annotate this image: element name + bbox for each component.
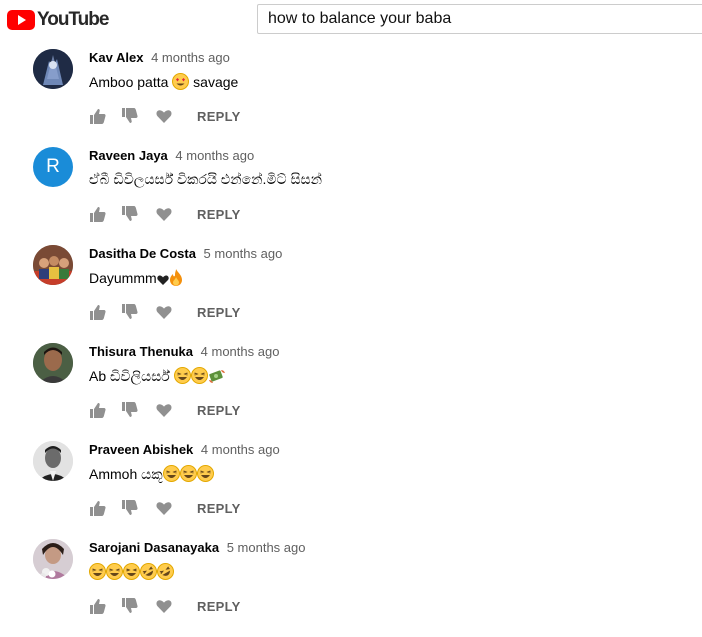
published-time[interactable]: 5 months ago [227,540,306,555]
dislike-icon[interactable] [121,107,139,125]
heart-icon[interactable] [155,597,173,615]
laughing-emoji-icon [106,563,123,583]
comment-body: Amboo patta [89,74,169,90]
heart-icon[interactable] [155,205,173,223]
author-name[interactable]: Dasitha De Costa [89,246,196,261]
youtube-logo[interactable]: YouTube [7,9,109,31]
comment-header: Raveen Jaya 4 months ago [89,148,254,163]
heart-eyes-emoji-icon [172,73,190,93]
published-time[interactable]: 4 months ago [151,50,230,65]
published-time[interactable]: 4 months ago [201,344,280,359]
author-name[interactable]: Praveen Abishek [89,442,193,457]
fire-emoji-icon [169,269,183,289]
published-time[interactable]: 4 months ago [201,442,280,457]
comment-body: ඒබී ඩිවිලයර්ස් විකරයි එන්නේ.මිට් සිසන් [89,171,322,187]
laughing-emoji-icon [196,465,214,485]
avatar-image-icon [33,441,73,481]
dislike-icon[interactable] [121,597,139,615]
reply-button[interactable]: REPLY [197,403,241,418]
avatar[interactable] [33,539,73,579]
avatar[interactable] [33,49,73,89]
comment-header: Sarojani Dasanayaka 5 months ago [89,540,305,555]
author-name[interactable]: Thisura Thenuka [89,344,193,359]
reply-button[interactable]: REPLY [197,207,241,222]
avatar[interactable] [33,343,73,383]
laughing-emoji-icon [162,465,180,485]
comment-text: ඒබී ඩිවිලයර්ස් විකරයි එන්නේ.මිට් සිසන් [89,171,322,188]
published-time[interactable]: 5 months ago [204,246,283,261]
search-input[interactable] [268,9,688,29]
comment-text: Amboo patta savage [89,73,238,93]
dislike-icon[interactable] [121,499,139,517]
avatar-letter: R [46,156,60,177]
dislike-icon[interactable] [121,303,139,321]
avatar-image-icon [33,539,73,579]
play-logo-icon [7,10,35,30]
heart-icon[interactable] [155,107,173,125]
author-name[interactable]: Raveen Jaya [89,148,168,163]
laughing-emoji-icon [89,563,106,583]
comment-text: Ammoh යකූ [89,465,214,485]
search-box [257,4,702,34]
dislike-icon[interactable] [121,401,139,419]
comment-body: Dayummm [89,270,157,286]
comment-body: Ammoh යකූ [89,466,163,482]
avatar-image-icon [33,245,73,285]
comment-item: Sarojani Dasanayaka 5 months ago REPLY [0,539,702,637]
comment-item: Thisura Thenuka 4 months ago Ab ඩිවිලියර… [0,343,702,441]
money-with-wings-emoji-icon [208,367,226,387]
dislike-icon[interactable] [121,205,139,223]
published-time[interactable]: 4 months ago [175,148,254,163]
comment-header: Thisura Thenuka 4 months ago [89,344,279,359]
laughing-emoji-icon [173,367,191,387]
comment-header: Kav Alex 4 months ago [89,50,230,65]
avatar[interactable] [33,441,73,481]
comment-item: Praveen Abishek 4 months ago Ammoh යකූ R… [0,441,702,539]
avatar-image-icon [33,343,73,383]
avatar[interactable] [33,245,73,285]
comment-body-suffix: savage [193,74,239,90]
comment-item: R Raveen Jaya 4 months ago ඒබී ඩිවිලයර්ස… [0,147,702,245]
comment-text: Dayummm [89,269,183,289]
comment-item: Kav Alex 4 months ago Amboo patta savage… [0,49,702,147]
laughing-emoji-icon [190,367,208,387]
author-name[interactable]: Kav Alex [89,50,143,65]
like-icon[interactable] [89,597,107,615]
author-name[interactable]: Sarojani Dasanayaka [89,540,219,555]
reply-button[interactable]: REPLY [197,599,241,614]
rofl-emoji-icon [140,563,157,583]
reply-button[interactable]: REPLY [197,109,241,124]
laughing-emoji-icon [179,465,197,485]
brand-name: YouTube [37,9,109,30]
comment-header: Dasitha De Costa 5 months ago [89,246,282,261]
black-heart-emoji-icon [156,273,169,289]
reply-button[interactable]: REPLY [197,501,241,516]
top-bar: YouTube [0,0,702,44]
avatar[interactable]: R [33,147,73,187]
rofl-emoji-icon [157,563,174,583]
heart-icon[interactable] [155,499,173,517]
laughing-emoji-icon [123,563,140,583]
comment-item: Dasitha De Costa 5 months ago Dayummm RE… [0,245,702,343]
comment-header: Praveen Abishek 4 months ago [89,442,280,457]
comment-body: Ab ඩිවිලියර්ස් [89,368,174,384]
like-icon[interactable] [89,107,107,125]
comment-text: Ab ඩිවිලියර්ස් [89,367,226,387]
like-icon[interactable] [89,303,107,321]
comment-text [89,563,174,583]
like-icon[interactable] [89,401,107,419]
avatar-image-icon [33,49,73,89]
like-icon[interactable] [89,205,107,223]
reply-button[interactable]: REPLY [197,305,241,320]
heart-icon[interactable] [155,303,173,321]
heart-icon[interactable] [155,401,173,419]
like-icon[interactable] [89,499,107,517]
